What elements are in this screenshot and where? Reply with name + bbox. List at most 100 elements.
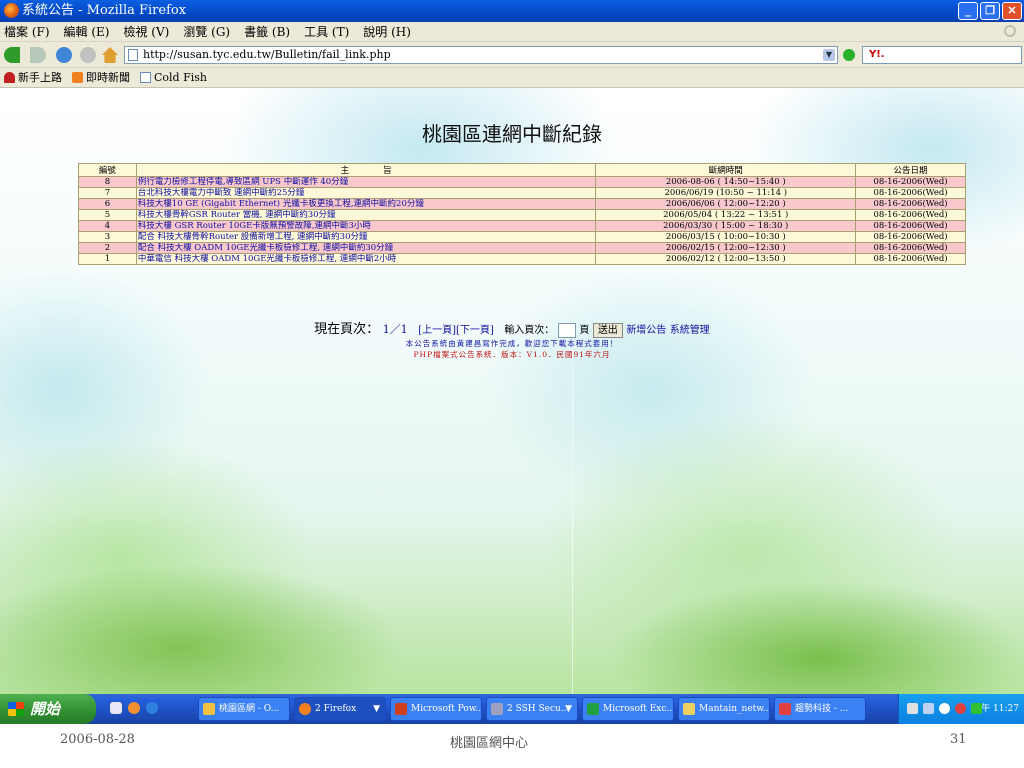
taskbar-item-label: 2 Firefox <box>315 704 357 714</box>
menu-tools[interactable]: 工具 (T) <box>304 22 349 41</box>
row-post-date: 08-16-2006(Wed) <box>855 220 966 232</box>
menu-go[interactable]: 瀏覽 (G) <box>183 22 230 41</box>
ie-quicklaunch-icon[interactable] <box>146 702 158 714</box>
taskbar-item-label: 趨勢科技 - ... <box>795 704 849 714</box>
footer-line-2: PHP檔案式公告系統．版本：V1.0．民國91年六月 <box>413 350 611 359</box>
row-subject-link[interactable]: 例行電力檢修工程停電,導致區網 UPS 中斷運作 40分鐘 <box>135 176 597 188</box>
table-row: 8 例行電力檢修工程停電,導致區網 UPS 中斷運作 40分鐘 2006-08-… <box>78 176 966 188</box>
menu-edit[interactable]: 編輯 (E) <box>64 22 110 41</box>
home-icon[interactable] <box>102 47 118 63</box>
url-dropdown-icon[interactable]: ▼ <box>823 49 835 61</box>
taskbar-item-trend[interactable]: 趨勢科技 - ... <box>774 697 866 721</box>
menu-file[interactable]: 檔案 (F) <box>4 22 50 41</box>
network-icon[interactable] <box>923 703 934 714</box>
window-titlebar[interactable]: 系統公告 - Mozilla Firefox _ ❐ ✕ <box>0 0 1024 22</box>
row-subject-link[interactable]: 科技大樓 GSR Router 10GE卡版無預警故障,連網中斷3小時 <box>135 220 597 232</box>
maximize-button[interactable]: ❐ <box>980 2 1000 20</box>
outage-table: 編號 主 旨 斷網時間 公告日期 8 例行電力檢修工程停電,導致區網 UPS 中… <box>78 163 966 265</box>
page-icon <box>128 49 138 61</box>
row-outage-time: 2006-08-06 ( 14:50~15:40 ) <box>595 176 857 188</box>
help-icon[interactable] <box>939 703 950 714</box>
keyboard-icon[interactable] <box>907 703 918 714</box>
row-post-date: 08-16-2006(Wed) <box>855 253 966 265</box>
show-desktop-icon[interactable] <box>110 702 122 714</box>
taskbar-item-excel[interactable]: Microsoft Exc... <box>582 697 674 721</box>
row-subject-link[interactable]: 科技大樓骨幹GSR Router 當機, 連網中斷約30分鐘 <box>135 209 597 221</box>
taskbar-item-powerpoint[interactable]: Microsoft Pow... <box>390 697 482 721</box>
antivirus-icon[interactable] <box>955 703 966 714</box>
table-row: 3 配合 科技大樓骨幹Router 設備新增工程, 連網中斷約30分鐘 2006… <box>78 231 966 243</box>
bookmark-label: 新手上路 <box>18 70 62 84</box>
row-outage-time: 2006/05/04 ( 13:22 ~ 13:51 ) <box>595 209 857 221</box>
menu-bar: 檔案 (F) 編輯 (E) 檢視 (V) 瀏覽 (G) 書籤 (B) 工具 (T… <box>0 22 1024 42</box>
search-input[interactable]: Y!. <box>862 46 1022 64</box>
system-admin-link[interactable]: 系統管理 <box>670 325 710 336</box>
submit-page-button[interactable]: 送出 <box>592 322 623 338</box>
start-button[interactable]: 開始 <box>0 694 96 724</box>
close-button[interactable]: ✕ <box>1002 2 1022 20</box>
page-number-input[interactable] <box>557 322 576 338</box>
chevron-down-icon: ▼ <box>565 704 572 714</box>
taskbar-item-label: 桃園區網 - O... <box>219 704 280 714</box>
window-controls: _ ❐ ✕ <box>958 2 1022 20</box>
bookmark-getting-started[interactable]: 新手上路 <box>4 68 62 87</box>
row-number: 5 <box>78 209 137 221</box>
table-row: 6 科技大樓10 GE (Gigabit Ethernet) 光纖卡板更換工程,… <box>78 198 966 210</box>
shield-icon[interactable] <box>971 703 982 714</box>
menu-help[interactable]: 說明 (H) <box>363 22 411 41</box>
menu-bookmarks[interactable]: 書籤 (B) <box>244 22 290 41</box>
row-number: 3 <box>78 231 137 243</box>
row-subject-link[interactable]: 台北科技大樓電力中斷致 連網中斷約25分鐘 <box>135 187 597 199</box>
taskbar-item-outlook[interactable]: 桃園區網 - O... <box>198 697 290 721</box>
chevron-down-icon: ▼ <box>373 704 380 714</box>
table-row: 1 中華電信 科技大樓 OADM 10GE光纖卡板檢修工程, 連網中斷2小時 2… <box>78 253 966 265</box>
row-outage-time: 2006/03/30 ( 15:00 ~ 18:30 ) <box>595 220 857 232</box>
terminal-icon <box>491 703 503 715</box>
footer-line-1: 本公告系統由黃建昌寫作完成，歡迎您下載本程式套用！ <box>405 339 619 348</box>
mail-icon <box>203 703 215 715</box>
taskbar-item-ssh[interactable]: 2 SSH Secu... ▼ <box>486 697 578 721</box>
row-number: 6 <box>78 198 137 210</box>
page-content[interactable]: 桃園區連網中斷紀錄 編號 主 旨 斷網時間 公告日期 8 例行電力檢修工程停電,… <box>0 88 1024 694</box>
bookmark-cold-fish[interactable]: Cold Fish <box>140 68 207 87</box>
add-bulletin-link[interactable]: 新增公告 <box>626 325 666 336</box>
row-subject-link[interactable]: 科技大樓10 GE (Gigabit Ethernet) 光纖卡板更換工程,連網… <box>135 198 597 210</box>
row-subject-link[interactable]: 配合 科技大樓骨幹Router 設備新增工程, 連網中斷約30分鐘 <box>135 231 597 243</box>
row-number: 4 <box>78 220 137 232</box>
minimize-button[interactable]: _ <box>958 2 978 20</box>
stop-icon[interactable] <box>80 47 96 63</box>
taskbar-item-firefox[interactable]: 2 Firefox ▼ <box>294 697 386 721</box>
start-label: 開始 <box>30 700 61 718</box>
row-post-date: 08-16-2006(Wed) <box>855 242 966 254</box>
firefox-quicklaunch-icon[interactable] <box>128 702 140 714</box>
window-title: 系統公告 - Mozilla Firefox <box>22 3 187 18</box>
page-unit-label: 頁 <box>579 325 590 336</box>
next-page-link[interactable]: [下一頁] <box>456 325 494 336</box>
go-icon[interactable] <box>843 49 855 61</box>
bookmarks-toolbar: 新手上路 即時新聞 Cold Fish <box>0 68 1024 88</box>
bookmark-latest-news[interactable]: 即時新聞 <box>72 68 130 87</box>
url-text: http://susan.tyc.edu.tw/Bulletin/fail_li… <box>143 48 391 61</box>
folder-icon <box>683 703 695 715</box>
screen: 系統公告 - Mozilla Firefox _ ❐ ✕ 檔案 (F) 編輯 (… <box>0 0 1024 768</box>
trend-micro-icon <box>779 703 791 715</box>
row-subject-link[interactable]: 配合 科技大樓 OADM 10GE光纖卡板檢修工程, 連網中斷約30分鐘 <box>135 242 597 254</box>
reload-icon[interactable] <box>56 47 72 63</box>
row-outage-time: 2006/03/15 ( 10:00~10:30 ) <box>595 231 857 243</box>
slide-footer-title: 桃園區網中心 <box>450 736 529 751</box>
menu-view[interactable]: 檢視 (V) <box>123 22 169 41</box>
row-subject-link[interactable]: 中華電信 科技大樓 OADM 10GE光纖卡板檢修工程, 連網中斷2小時 <box>135 253 597 265</box>
powerpoint-icon <box>395 703 407 715</box>
url-bar[interactable]: http://susan.tyc.edu.tw/Bulletin/fail_li… <box>124 46 838 64</box>
column-header-post-date: 公告日期 <box>855 163 966 177</box>
taskbar-item-label: Microsoft Pow... <box>411 704 482 714</box>
prev-page-link[interactable]: [上一頁] <box>418 325 456 336</box>
pagination-bar: 現在頁次： 1／1 [上一頁][下一頁] 輸入頁次： 頁 送出 新增公告 系統管… <box>0 318 1024 338</box>
row-outage-time: 2006/06/06 ( 12:00~12:20 ) <box>595 198 857 210</box>
forward-arrow-icon[interactable] <box>30 47 46 63</box>
taskbar-item-folder[interactable]: Mantain_netw... <box>678 697 770 721</box>
system-tray: 上午 11:27 <box>898 694 1024 724</box>
firefox-icon <box>299 703 311 715</box>
back-arrow-icon[interactable] <box>4 47 20 63</box>
excel-icon <box>587 703 599 715</box>
